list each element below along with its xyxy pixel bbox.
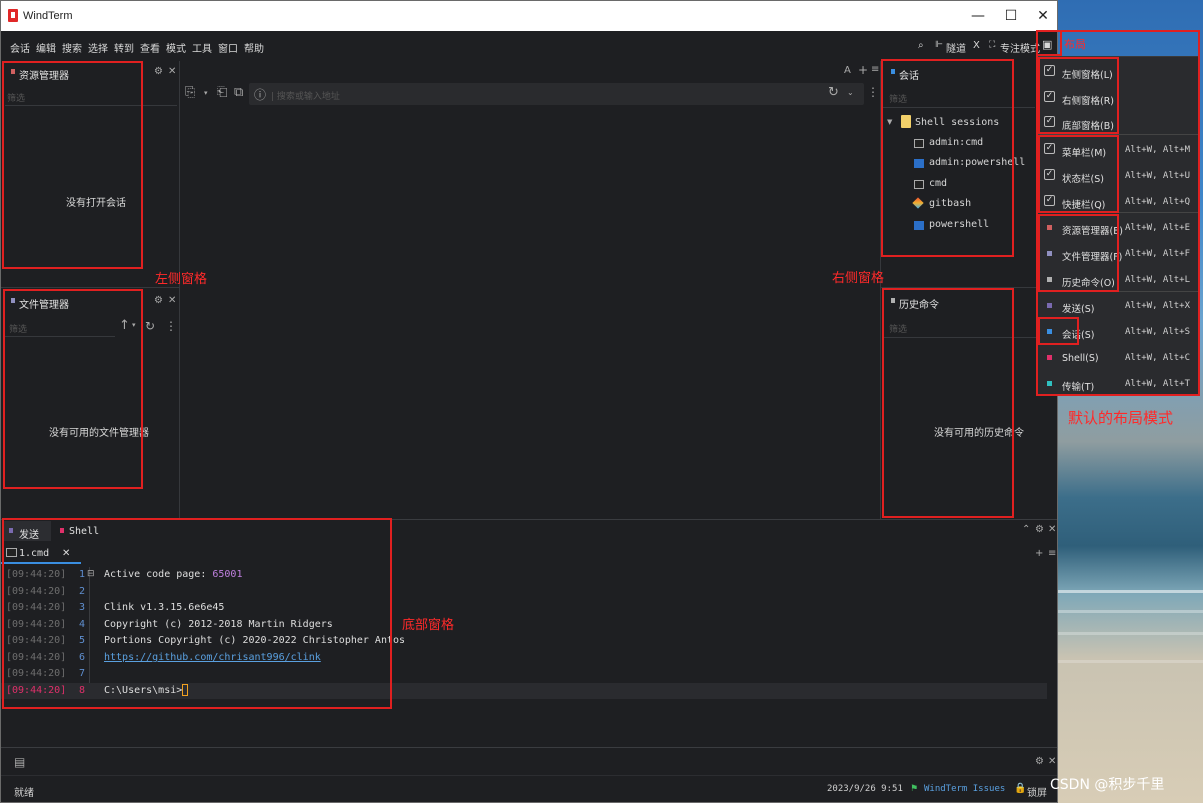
chevron-up-icon[interactable]: ⌃: [1022, 524, 1030, 535]
pane-options-highlight-box: [1038, 57, 1119, 134]
more-icon[interactable]: ⋮: [165, 319, 177, 333]
lock-screen-button[interactable]: 锁屏: [1027, 784, 1047, 799]
gear-icon[interactable]: ⚙: [1035, 756, 1044, 767]
close-icon[interactable]: ✕: [1048, 756, 1056, 767]
sessions-highlight-box: [881, 59, 1014, 257]
session-option-highlight-box: [1038, 317, 1079, 345]
layout-button-highlight-box: [1036, 30, 1062, 56]
issues-link[interactable]: WindTerm Issues: [924, 784, 1005, 794]
file-manager-highlight-box: [3, 289, 143, 489]
minimize-button[interactable]: —: [963, 5, 993, 27]
chevron-down-icon[interactable]: ▾: [204, 89, 208, 97]
close-icon[interactable]: ✕: [168, 295, 176, 306]
status-datetime: 2023/9/26 9:51: [827, 784, 903, 794]
status-ready: 就绪: [14, 788, 34, 799]
maximize-button[interactable]: ☐: [996, 5, 1026, 27]
lock-icon: 🔒: [1014, 783, 1027, 794]
panel-options-highlight-box: [1038, 214, 1119, 292]
address-input[interactable]: | 搜索或输入地址: [271, 89, 340, 102]
tunnel-button[interactable]: 隧道: [946, 40, 966, 55]
chevron-down-icon[interactable]: ⌄: [847, 88, 854, 97]
app-logo-icon: [8, 9, 18, 22]
history-highlight-box: [882, 288, 1014, 518]
info-icon: ⓘ: [254, 88, 267, 102]
gear-icon[interactable]: ⚙: [1035, 524, 1044, 535]
refresh-icon[interactable]: ↻: [145, 319, 155, 333]
statusbar-divider: [1, 775, 1057, 776]
menu-session[interactable]: 会话: [10, 40, 30, 55]
menu-window[interactable]: 窗口: [218, 40, 238, 55]
default-layout-annotation: 默认的布局模式: [1068, 409, 1174, 427]
menu-goto[interactable]: 转到: [114, 40, 134, 55]
close-icon[interactable]: ✕: [168, 66, 176, 77]
more-icon[interactable]: ⋮: [867, 85, 879, 99]
menu-bar: 会话 编辑 搜索 选择 转到 查看 模式 工具 窗口 帮助 ⌕ ⊩ 隧道 X ⛶…: [1, 31, 1057, 60]
left-split-line: [1, 287, 179, 288]
bottom-pane-annotation: 底部窗格: [402, 618, 455, 633]
font-button[interactable]: A: [844, 65, 851, 76]
right-pane-annotation: 右侧窗格: [832, 271, 885, 286]
add-tab-button[interactable]: +: [858, 63, 868, 77]
add-tab-button[interactable]: +: [1035, 548, 1043, 559]
menu-select[interactable]: 选择: [88, 40, 108, 55]
menu-edit[interactable]: 编辑: [36, 40, 56, 55]
window-title: WindTerm: [23, 10, 73, 22]
bug-icon: ⚑: [910, 784, 919, 794]
menu-search[interactable]: 搜索: [62, 40, 82, 55]
bottom-pane-highlight-box: [2, 518, 392, 709]
gear-icon[interactable]: ⚙: [154, 66, 163, 77]
tunnel-icon: ⊩: [935, 40, 943, 50]
menu-tools[interactable]: 工具: [192, 40, 212, 55]
close-icon[interactable]: ✕: [1048, 524, 1056, 535]
close-button[interactable]: ✕: [1028, 5, 1058, 27]
bar-options-highlight-box: [1038, 135, 1119, 213]
quickbar-divider: [1, 747, 1057, 748]
watermark: CSDN @积步千里: [1050, 777, 1165, 793]
title-bar: WindTerm — ☐ ✕: [1, 1, 1057, 31]
reload-icon[interactable]: ↻: [828, 85, 839, 100]
left-pane-annotation: 左侧窗格: [155, 272, 208, 287]
document-icon[interactable]: ▤: [14, 755, 25, 769]
x-server-button[interactable]: X: [973, 40, 980, 51]
left-pane-divider: [179, 61, 180, 519]
search-icon[interactable]: ⌕: [918, 40, 924, 51]
menu-help[interactable]: 帮助: [244, 40, 264, 55]
focus-mode-icon: ⛶: [989, 40, 996, 50]
tab-menu-button[interactable]: ≡: [1048, 548, 1056, 559]
menu-mode[interactable]: 模式: [166, 40, 186, 55]
menu-view[interactable]: 查看: [140, 40, 160, 55]
address-bar[interactable]: ⓘ | 搜索或输入地址 ↻ ⌄: [249, 83, 864, 105]
tab-menu-button[interactable]: ≡: [871, 64, 879, 75]
duplicate-icon[interactable]: ⧉: [234, 85, 243, 100]
gear-icon[interactable]: ⚙: [154, 295, 163, 306]
explorer-highlight-box: [2, 61, 143, 269]
new-session-icon[interactable]: ⎘: [185, 85, 195, 100]
open-icon[interactable]: ⎗: [217, 85, 227, 100]
focus-mode-button[interactable]: 专注模式: [1000, 40, 1040, 55]
